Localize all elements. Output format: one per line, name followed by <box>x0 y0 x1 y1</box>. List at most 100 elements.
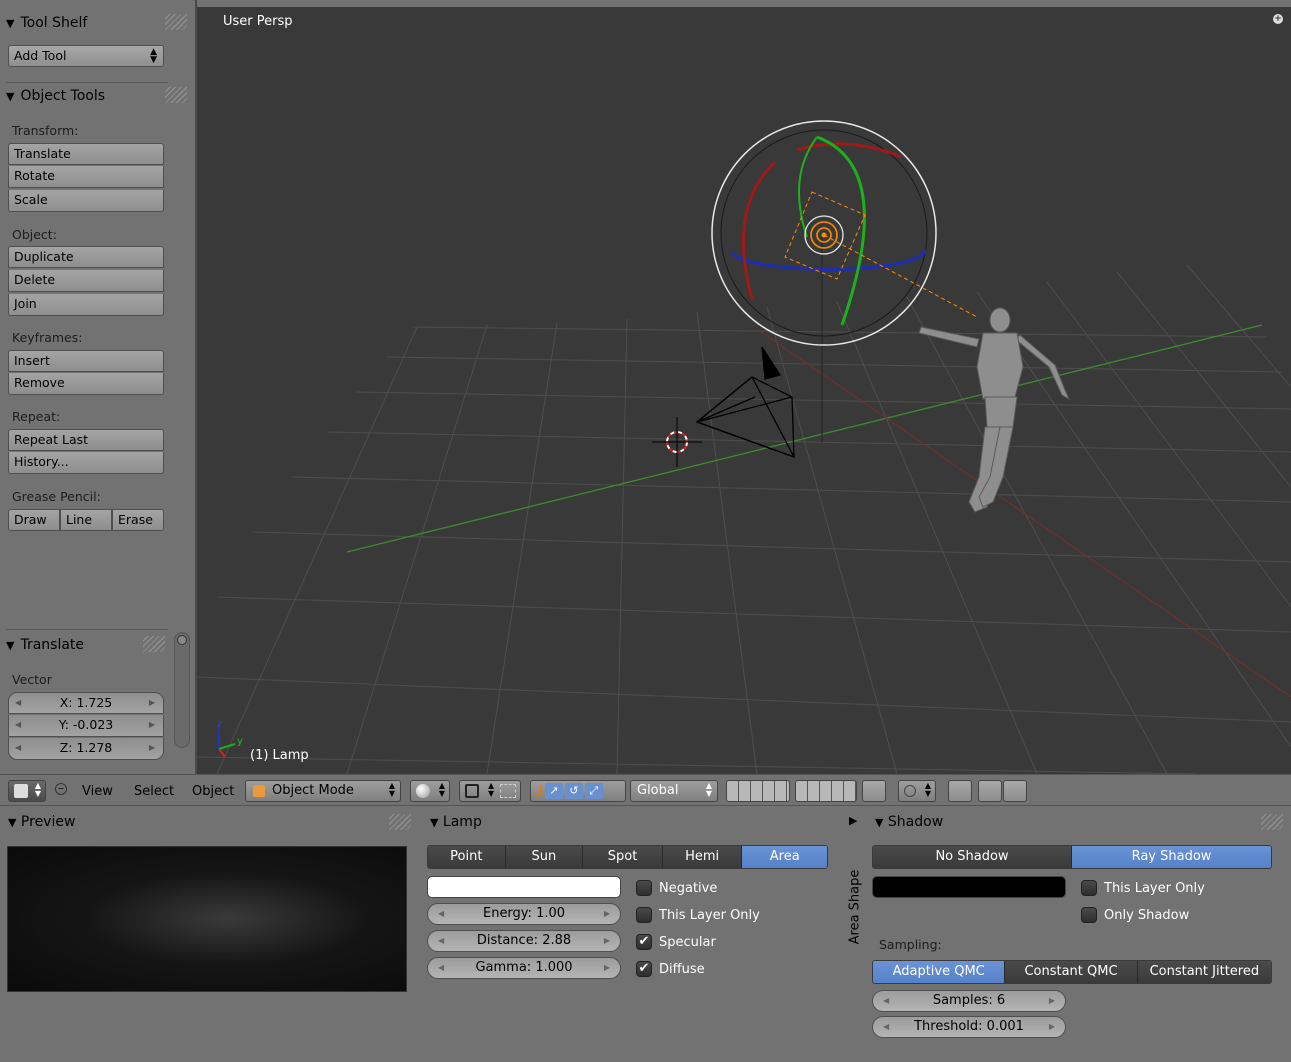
lamp-this-layer-only-checkbox[interactable]: This Layer Only <box>636 906 760 924</box>
proportional-editing-dropdown[interactable]: ▲ ▼ <box>898 780 936 802</box>
transform-orientation-dropdown[interactable]: Global ▲ ▼ <box>630 780 718 802</box>
translate-button[interactable]: Translate <box>8 143 164 165</box>
delete-button[interactable]: Delete <box>8 270 164 292</box>
lamp-type-spot[interactable]: Spot <box>583 846 663 868</box>
render-still-icon[interactable] <box>978 780 1002 802</box>
view-menu[interactable]: View <box>82 784 113 799</box>
ray-shadow-button[interactable]: Ray Shadow <box>1072 846 1271 868</box>
collapse-triangle-icon[interactable]: ▼ <box>6 639 14 652</box>
decrement-arrow-icon[interactable]: ◀ <box>438 904 444 924</box>
checkbox-box[interactable] <box>636 880 652 896</box>
increment-arrow-icon[interactable]: ▶ <box>604 958 610 978</box>
collapse-triangle-icon[interactable]: ▼ <box>8 816 16 829</box>
3d-viewport[interactable]: z y User Persp + (1) Lamp <box>197 7 1291 774</box>
vector-z-field[interactable]: ◀ Z: 1.278 ▶ <box>8 738 164 760</box>
checkbox-box[interactable] <box>1081 907 1097 923</box>
history-button[interactable]: History... <box>8 452 164 474</box>
preview-header[interactable]: ▼ Preview <box>8 814 75 830</box>
increment-arrow-icon[interactable]: ▶ <box>1049 991 1055 1011</box>
viewport-shading-dropdown[interactable]: ▲ ▼ <box>410 780 450 802</box>
object-tools-header[interactable]: ▼ Object Tools <box>6 84 105 108</box>
lamp-type-area[interactable]: Area <box>742 846 827 868</box>
specular-checkbox[interactable]: ✔ Specular <box>636 933 716 951</box>
shadow-this-layer-only-checkbox[interactable]: This Layer Only <box>1081 879 1205 897</box>
editor-type-selector[interactable]: ▲ ▼ <box>8 780 46 802</box>
increment-arrow-icon[interactable]: ▶ <box>149 693 155 713</box>
no-shadow-button[interactable]: No Shadow <box>873 846 1072 868</box>
panel-drag-grip-icon[interactable] <box>165 87 187 103</box>
decrement-arrow-icon[interactable]: ◀ <box>15 693 21 713</box>
render-animation-icon[interactable] <box>1003 780 1027 802</box>
scene-canvas[interactable]: z y <box>197 7 1291 774</box>
layers-group-2[interactable] <box>795 780 857 802</box>
decrement-arrow-icon[interactable]: ◀ <box>15 738 21 758</box>
increment-arrow-icon[interactable]: ▶ <box>149 715 155 735</box>
tool-shelf-header[interactable]: ▼ Tool Shelf <box>6 11 87 35</box>
collapse-triangle-icon[interactable]: ▼ <box>875 816 883 829</box>
rotate-gizmo[interactable] <box>711 120 937 442</box>
rotate-manipulator-icon[interactable]: ↺ <box>564 783 583 799</box>
erase-button[interactable]: Erase <box>112 509 164 531</box>
decrement-arrow-icon[interactable]: ◀ <box>15 715 21 735</box>
rotate-button[interactable]: Rotate <box>8 166 164 188</box>
checkbox-box[interactable] <box>636 907 652 923</box>
increment-arrow-icon[interactable]: ▶ <box>604 904 610 924</box>
layers-group-1[interactable] <box>726 780 790 802</box>
constant-jittered-button[interactable]: Constant Jittered <box>1137 961 1271 983</box>
manipulate-centers-icon[interactable] <box>500 784 516 798</box>
gamma-field[interactable]: ◀ Gamma: 1.000 ▶ <box>427 957 621 979</box>
repeat-last-button[interactable]: Repeat Last <box>8 429 164 451</box>
area-shape-expand-icon[interactable]: ▶ <box>849 814 857 827</box>
pivot-point-dropdown[interactable]: ▲ ▼ <box>459 780 521 802</box>
interaction-mode-dropdown[interactable]: Object Mode ▲ ▼ <box>245 780 401 802</box>
collapse-triangle-icon[interactable]: ▼ <box>6 90 14 103</box>
scrollbar-knob[interactable] <box>177 635 187 645</box>
add-tool-dropdown[interactable]: Add Tool ▲ ▼ <box>8 45 164 67</box>
translate-manipulator-icon[interactable]: ↗ <box>544 783 563 799</box>
duplicate-button[interactable]: Duplicate <box>8 246 164 268</box>
panel-drag-grip-icon[interactable] <box>1261 814 1283 830</box>
draw-button[interactable]: Draw <box>8 509 60 531</box>
scale-button[interactable]: Scale <box>8 190 164 212</box>
samples-field[interactable]: ◀ Samples: 6 ▶ <box>872 990 1066 1012</box>
tool-shelf-scrollbar[interactable] <box>174 632 190 748</box>
snap-icon[interactable] <box>948 780 972 802</box>
threshold-field[interactable]: ◀ Threshold: 0.001 ▶ <box>872 1016 1066 1038</box>
adaptive-qmc-button[interactable]: Adaptive QMC <box>873 961 1006 983</box>
collapse-triangle-icon[interactable]: ▼ <box>6 17 14 30</box>
checkmark-icon[interactable]: ✔ <box>636 934 652 950</box>
increment-arrow-icon[interactable]: ▶ <box>604 931 610 951</box>
distance-field[interactable]: ◀ Distance: 2.88 ▶ <box>427 930 621 952</box>
decrement-arrow-icon[interactable]: ◀ <box>883 1017 889 1037</box>
manipulator-toggle-icon[interactable]: ⅃ <box>535 783 543 799</box>
lamp-header[interactable]: ▼ Lamp <box>430 814 482 830</box>
insert-keyframe-button[interactable]: Insert <box>8 350 164 372</box>
lamp-color-field[interactable] <box>427 876 621 898</box>
checkbox-box[interactable] <box>1081 880 1097 896</box>
decrement-arrow-icon[interactable]: ◀ <box>438 958 444 978</box>
panel-drag-grip-icon[interactable] <box>143 636 165 652</box>
increment-arrow-icon[interactable]: ▶ <box>1049 1017 1055 1037</box>
shadow-header[interactable]: ▼ Shadow <box>875 814 943 830</box>
3d-cursor-icon[interactable] <box>652 417 702 467</box>
panel-drag-grip-icon[interactable] <box>165 14 187 30</box>
decrement-arrow-icon[interactable]: ◀ <box>883 991 889 1011</box>
translate-panel-header[interactable]: ▼ Translate <box>6 633 84 657</box>
increment-arrow-icon[interactable]: ▶ <box>149 738 155 758</box>
energy-field[interactable]: ◀ Energy: 1.00 ▶ <box>427 903 621 925</box>
vector-y-field[interactable]: ◀ Y: -0.023 ▶ <box>8 715 164 737</box>
lamp-type-sun[interactable]: Sun <box>505 846 584 868</box>
decrement-arrow-icon[interactable]: ◀ <box>438 931 444 951</box>
area-shape-tab[interactable]: Area Shape <box>846 852 864 962</box>
join-button[interactable]: Join <box>8 294 164 316</box>
expand-plus-icon[interactable]: + <box>1273 14 1283 24</box>
diffuse-checkbox[interactable]: ✔ Diffuse <box>636 960 705 978</box>
menu-collapse-icon[interactable]: − <box>55 783 67 795</box>
line-button[interactable]: Line <box>60 509 112 531</box>
checkmark-icon[interactable]: ✔ <box>636 961 652 977</box>
collapse-triangle-icon[interactable]: ▼ <box>430 816 438 829</box>
lock-layers-icon[interactable] <box>862 780 886 802</box>
shadow-color-field[interactable] <box>872 876 1066 898</box>
negative-checkbox[interactable]: Negative <box>636 879 717 897</box>
remove-keyframe-button[interactable]: Remove <box>8 373 164 395</box>
